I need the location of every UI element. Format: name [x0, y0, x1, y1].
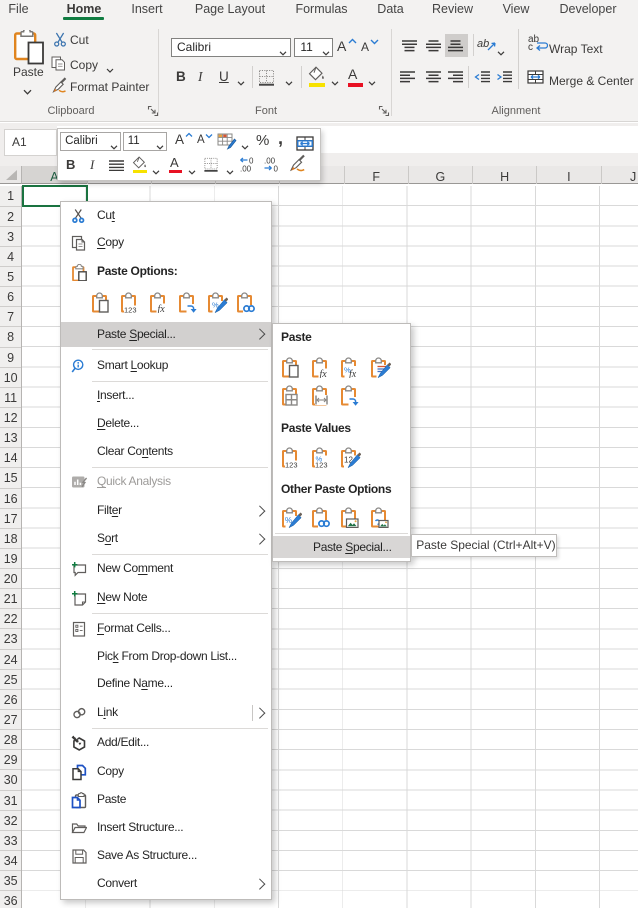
- svg-text:.00: .00: [240, 165, 252, 173]
- svg-text:0: 0: [274, 165, 279, 173]
- svg-text:fx: fx: [157, 304, 165, 313]
- svg-text:123: 123: [285, 460, 298, 468]
- svg-text:123: 123: [315, 460, 328, 468]
- svg-text:123: 123: [124, 305, 137, 313]
- svg-text:fx: fx: [349, 369, 357, 378]
- svg-text:fx: fx: [319, 369, 327, 378]
